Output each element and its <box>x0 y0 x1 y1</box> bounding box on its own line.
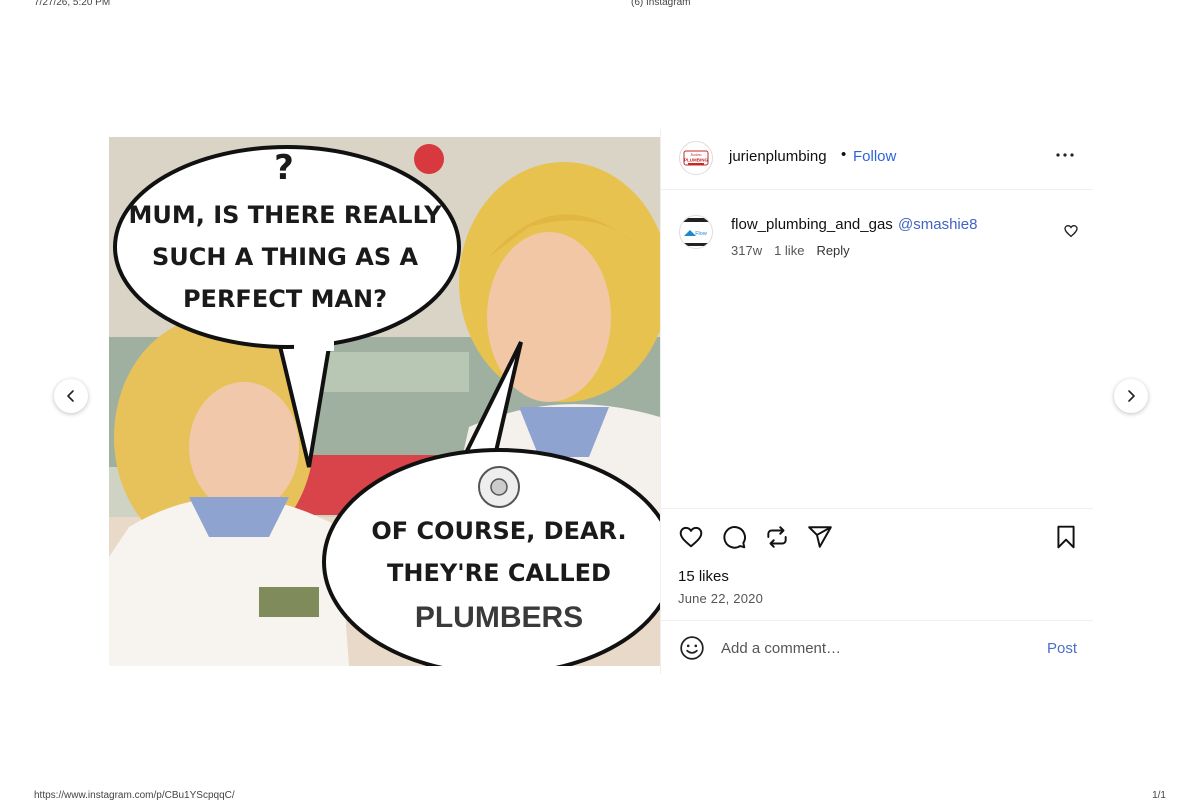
bookmark-icon[interactable] <box>1053 524 1079 550</box>
comment-avatar[interactable]: Flow <box>679 215 713 249</box>
avatar[interactable]: Jurien PLUMBING <box>679 141 713 175</box>
comic-illustration: ? MUM, IS THERE REALLY SUCH A THING AS A… <box>109 137 660 666</box>
chevron-left-icon <box>67 390 74 402</box>
repost-icon[interactable] <box>764 524 790 550</box>
print-date: 7/27/26, 5:20 PM <box>34 0 111 8</box>
previous-post-button[interactable] <box>54 379 88 413</box>
comment-meta: 317w 1 like Reply <box>731 243 850 258</box>
bubble-top-line-2: SUCH A THING AS A <box>152 243 419 271</box>
separator-dot: • <box>841 146 847 163</box>
rose-emblem <box>478 466 520 508</box>
emoji-icon[interactable] <box>679 635 705 661</box>
next-post-button[interactable] <box>1114 379 1148 413</box>
bubble-top-line-3: PERFECT MAN? <box>183 285 387 313</box>
more-options-icon[interactable] <box>1053 143 1077 167</box>
comment-input[interactable] <box>721 635 1021 661</box>
post-header: Jurien PLUMBING jurienplumbing • Follow <box>661 129 1093 190</box>
like-heart-icon[interactable] <box>678 524 704 550</box>
comment-username[interactable]: flow_plumbing_and_gas <box>731 216 893 233</box>
print-url: https://www.instagram.com/p/CBu1YScpqqC/ <box>34 790 235 801</box>
print-title: (6) Instagram <box>631 0 691 8</box>
question-mark: ? <box>274 148 294 188</box>
comment-icon[interactable] <box>721 524 747 550</box>
comment-mention[interactable]: @smashie8 <box>898 216 977 233</box>
print-header: 7/27/26, 5:20 PM (6) Instagram <box>0 0 1200 11</box>
send-icon[interactable] <box>807 524 833 550</box>
post-date: June 22, 2020 <box>678 591 764 606</box>
post-image[interactable]: ? MUM, IS THERE REALLY SUCH A THING AS A… <box>109 137 660 666</box>
svg-text:PLUMBING: PLUMBING <box>684 158 708 163</box>
bubble-bottom-line-3: PLUMBERS <box>415 601 583 634</box>
chevron-right-icon <box>1128 390 1135 402</box>
post-comment-button[interactable]: Post <box>1047 640 1077 657</box>
svg-text:Jurien: Jurien <box>691 152 703 157</box>
post-actions: 15 likes June 22, 2020 <box>661 508 1093 621</box>
add-comment-bar: Post <box>661 620 1093 675</box>
svg-text:Flow: Flow <box>695 231 707 237</box>
flow-logo-icon: Flow <box>681 217 711 247</box>
follow-button[interactable]: Follow <box>853 148 896 165</box>
bubble-top-line-1: MUM, IS THERE REALLY <box>128 201 442 229</box>
post-username[interactable]: jurienplumbing <box>729 148 827 165</box>
post-dialog: ? MUM, IS THERE REALLY SUCH A THING AS A… <box>109 129 1093 674</box>
reply-button[interactable]: Reply <box>816 243 849 258</box>
print-page-number: 1/1 <box>1152 790 1166 801</box>
likes-count[interactable]: 15 likes <box>678 568 729 585</box>
comment-like-count[interactable]: 1 like <box>774 243 804 258</box>
bubble-bottom-line-2: THEY'RE CALLED <box>387 559 611 587</box>
comment-age: 317w <box>731 243 763 258</box>
jurien-plumbing-logo-icon: Jurien PLUMBING <box>681 143 711 173</box>
bubble-bottom-line-1: OF COURSE, DEAR. <box>371 517 626 545</box>
comment-item: Flow flow_plumbing_and_gas @smashie8 317… <box>661 209 1093 269</box>
post-side-panel: Jurien PLUMBING jurienplumbing • Follow <box>660 129 1093 674</box>
heart-icon[interactable] <box>1063 223 1079 239</box>
